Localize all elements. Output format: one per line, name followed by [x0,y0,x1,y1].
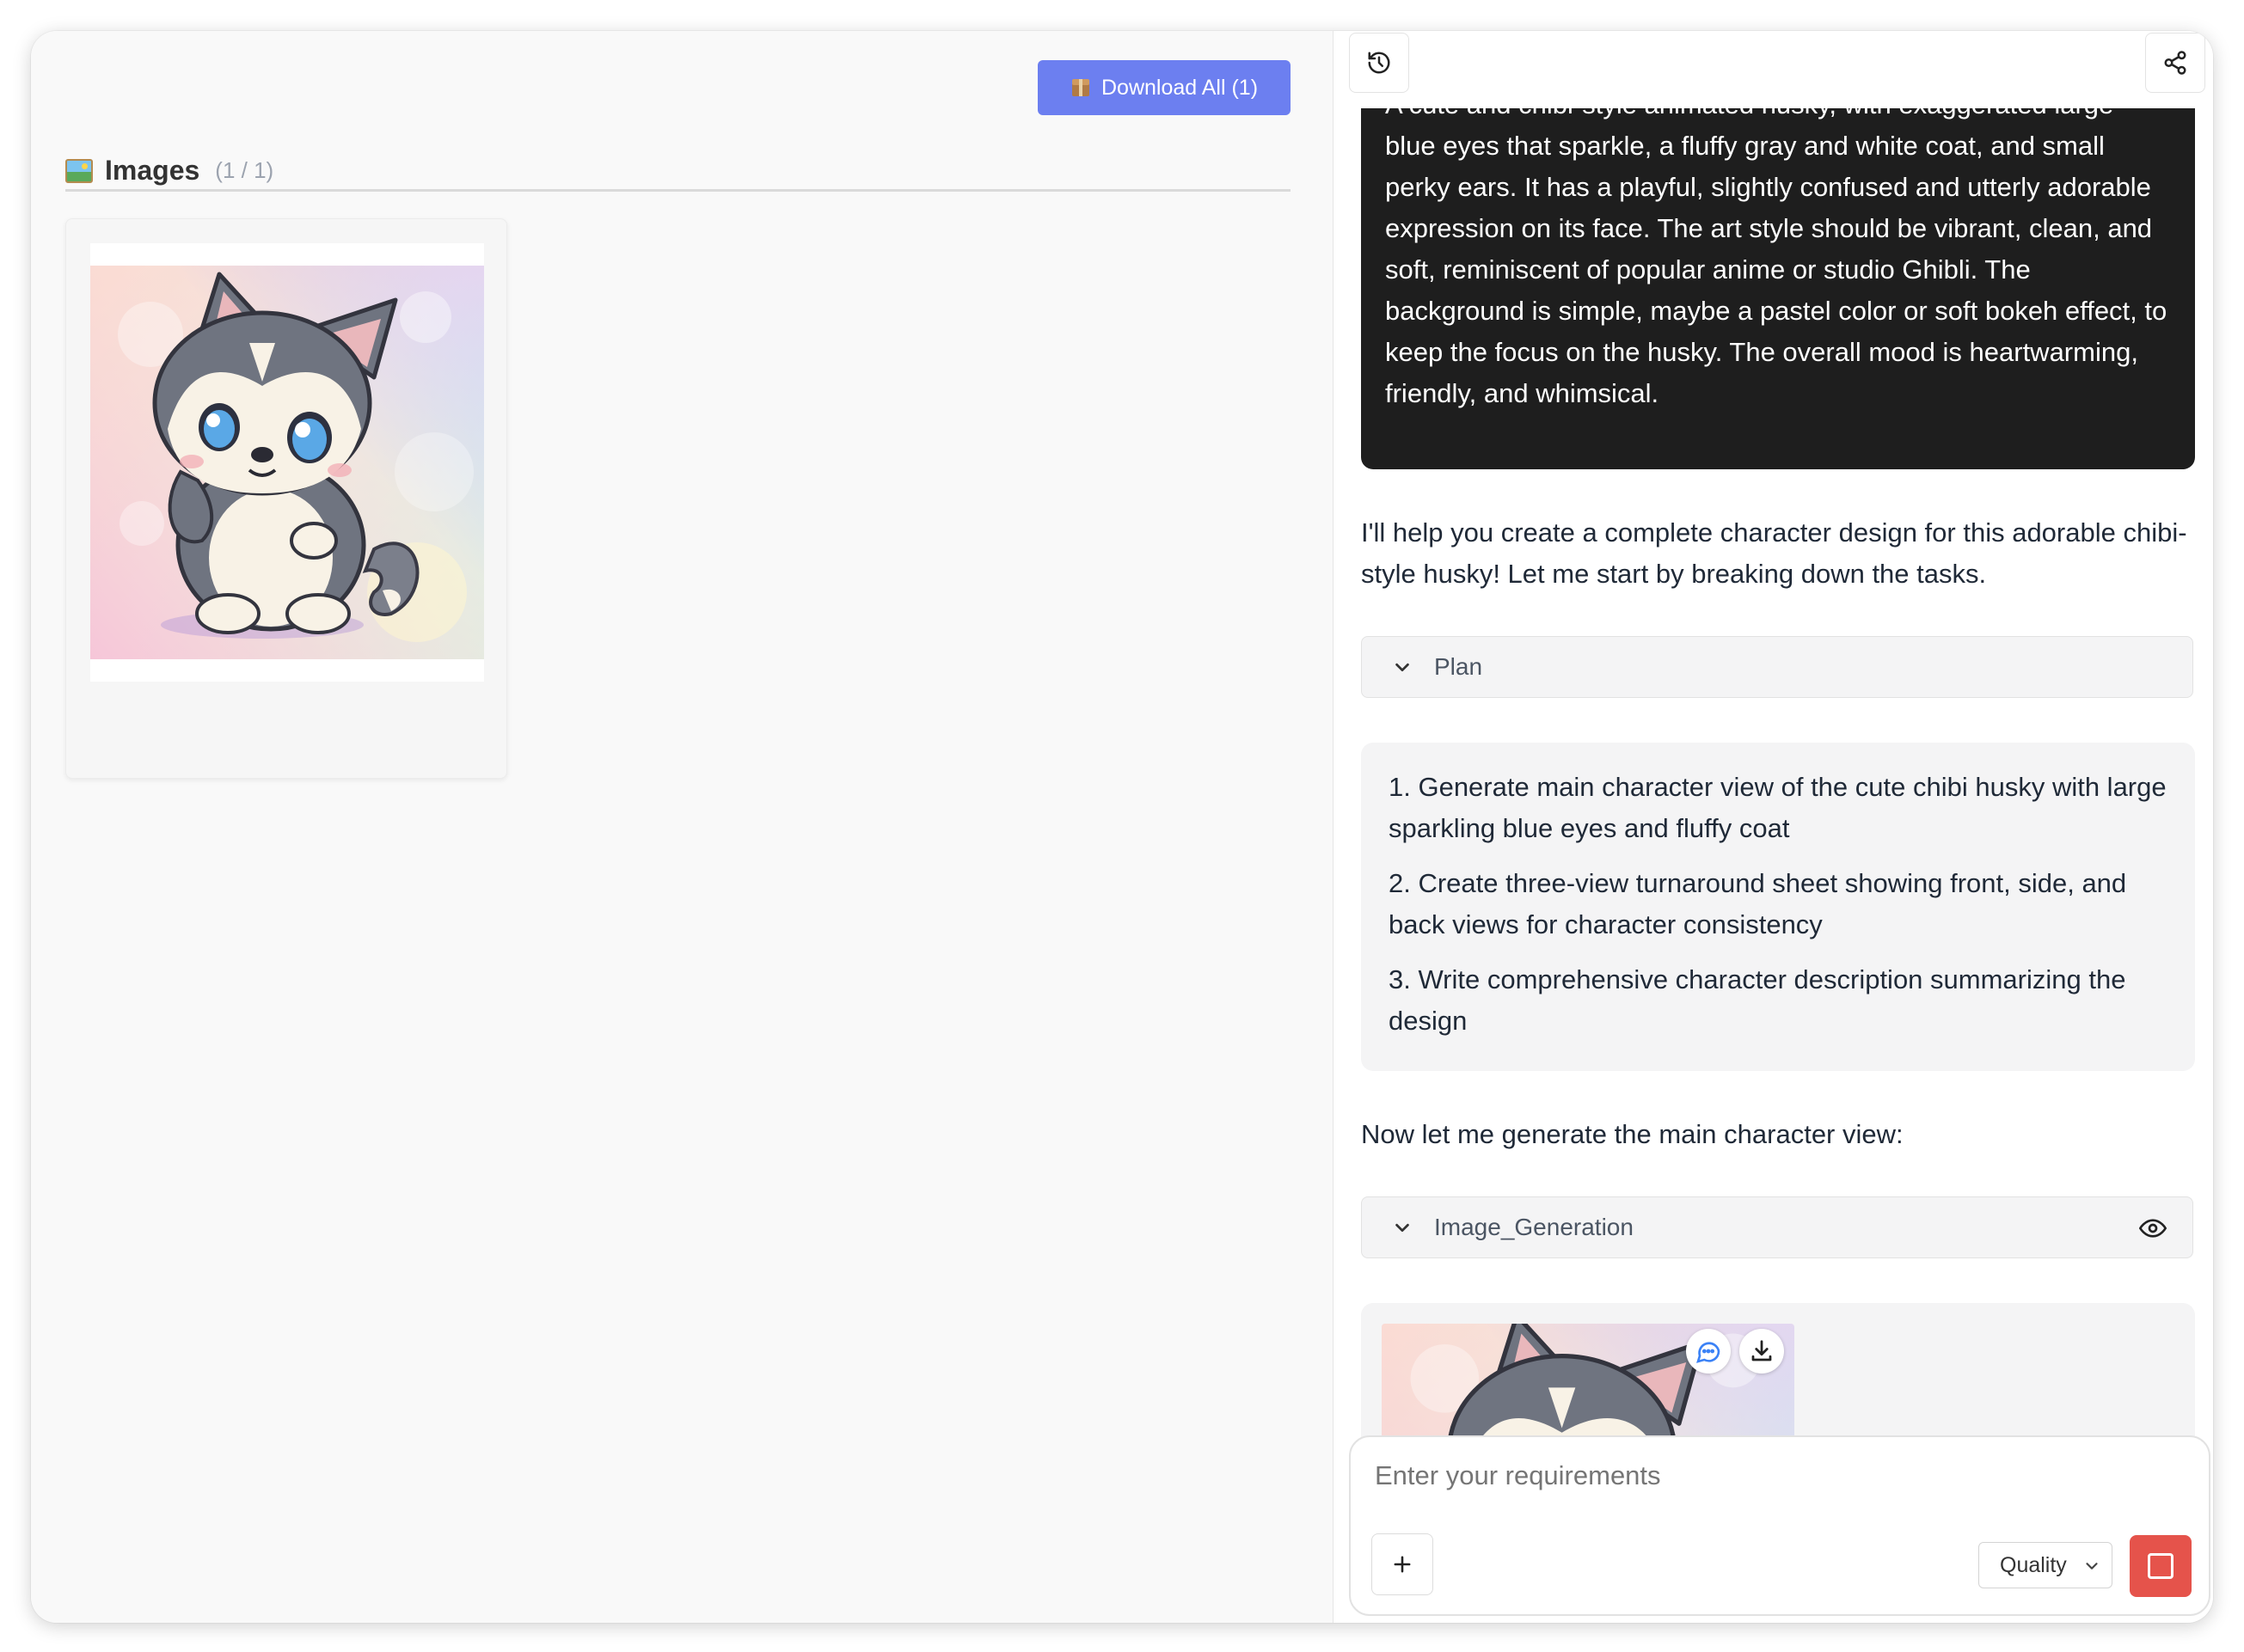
husky-image[interactable] [90,266,484,659]
share-button[interactable] [2145,33,2205,93]
image-generation-collapse[interactable]: Image_Generation [1361,1196,2193,1258]
picture-icon [65,158,93,183]
generated-image-thumbnail[interactable] [1382,1324,1794,1451]
tool-label: Image_Generation [1434,1214,1634,1240]
chat-panel: A cute and chibi-style animated husky, w… [1333,31,2213,1623]
husky-image [1382,1324,1794,1451]
plan-step: 2. Create three-view turnaround sheet sh… [1389,868,2127,939]
attach-button[interactable] [1371,1533,1433,1595]
chevron-down-icon [1395,663,1409,672]
share-icon [2164,51,2186,75]
assistant-followup: Now let me generate the main character v… [1361,1119,1904,1149]
chevron-down-icon [2086,1563,2098,1569]
download-image-button[interactable] [1739,1329,1784,1374]
download-all-button[interactable]: Download All (1) [1038,60,1291,115]
plan-step: 1. Generate main character view of the c… [1389,772,2167,843]
chat-input-box: Quality [1349,1435,2210,1616]
generated-image-card [1361,1303,2195,1451]
comment-button[interactable] [1686,1329,1731,1374]
requirements-input[interactable] [1373,1459,2150,1492]
images-title: Images [105,155,200,186]
chevron-down-icon [1395,1223,1409,1233]
package-icon [1070,77,1091,98]
download-icon [1751,1340,1772,1361]
image-card[interactable] [65,218,507,779]
plus-icon [1394,1556,1411,1573]
plan-steps-box: 1. Generate main character view of the c… [1361,743,2195,1071]
history-button[interactable] [1349,33,1409,93]
quality-label: Quality [2000,1552,2067,1577]
images-header: Images (1 / 1) [65,155,273,187]
comment-icon [1696,1342,1720,1363]
download-all-label: Download All (1) [1101,75,1259,100]
plan-label: Plan [1434,653,1483,680]
images-count: (1 / 1) [215,157,274,183]
stop-icon [2148,1553,2173,1579]
quality-select[interactable]: Quality [1978,1542,2112,1588]
user-prompt-bubble: A cute and chibi-style animated husky, w… [1361,108,2195,469]
images-panel: Download All (1) Images (1 / 1) [31,31,1333,1623]
chat-scroll-area[interactable]: A cute and chibi-style animated husky, w… [1334,108,2213,1451]
image-frame [90,243,484,682]
history-icon [1368,52,1390,74]
eye-icon[interactable] [2139,1215,2167,1242]
app-window: Download All (1) Images (1 / 1) blue eye… [31,31,2213,1623]
stop-button[interactable] [2130,1535,2192,1597]
divider [65,189,1291,192]
plan-collapse[interactable]: Plan [1361,636,2193,698]
assistant-intro: I'll help you create a complete characte… [1361,517,2187,589]
plan-step: 3. Write comprehensive character descrip… [1389,964,2126,1036]
